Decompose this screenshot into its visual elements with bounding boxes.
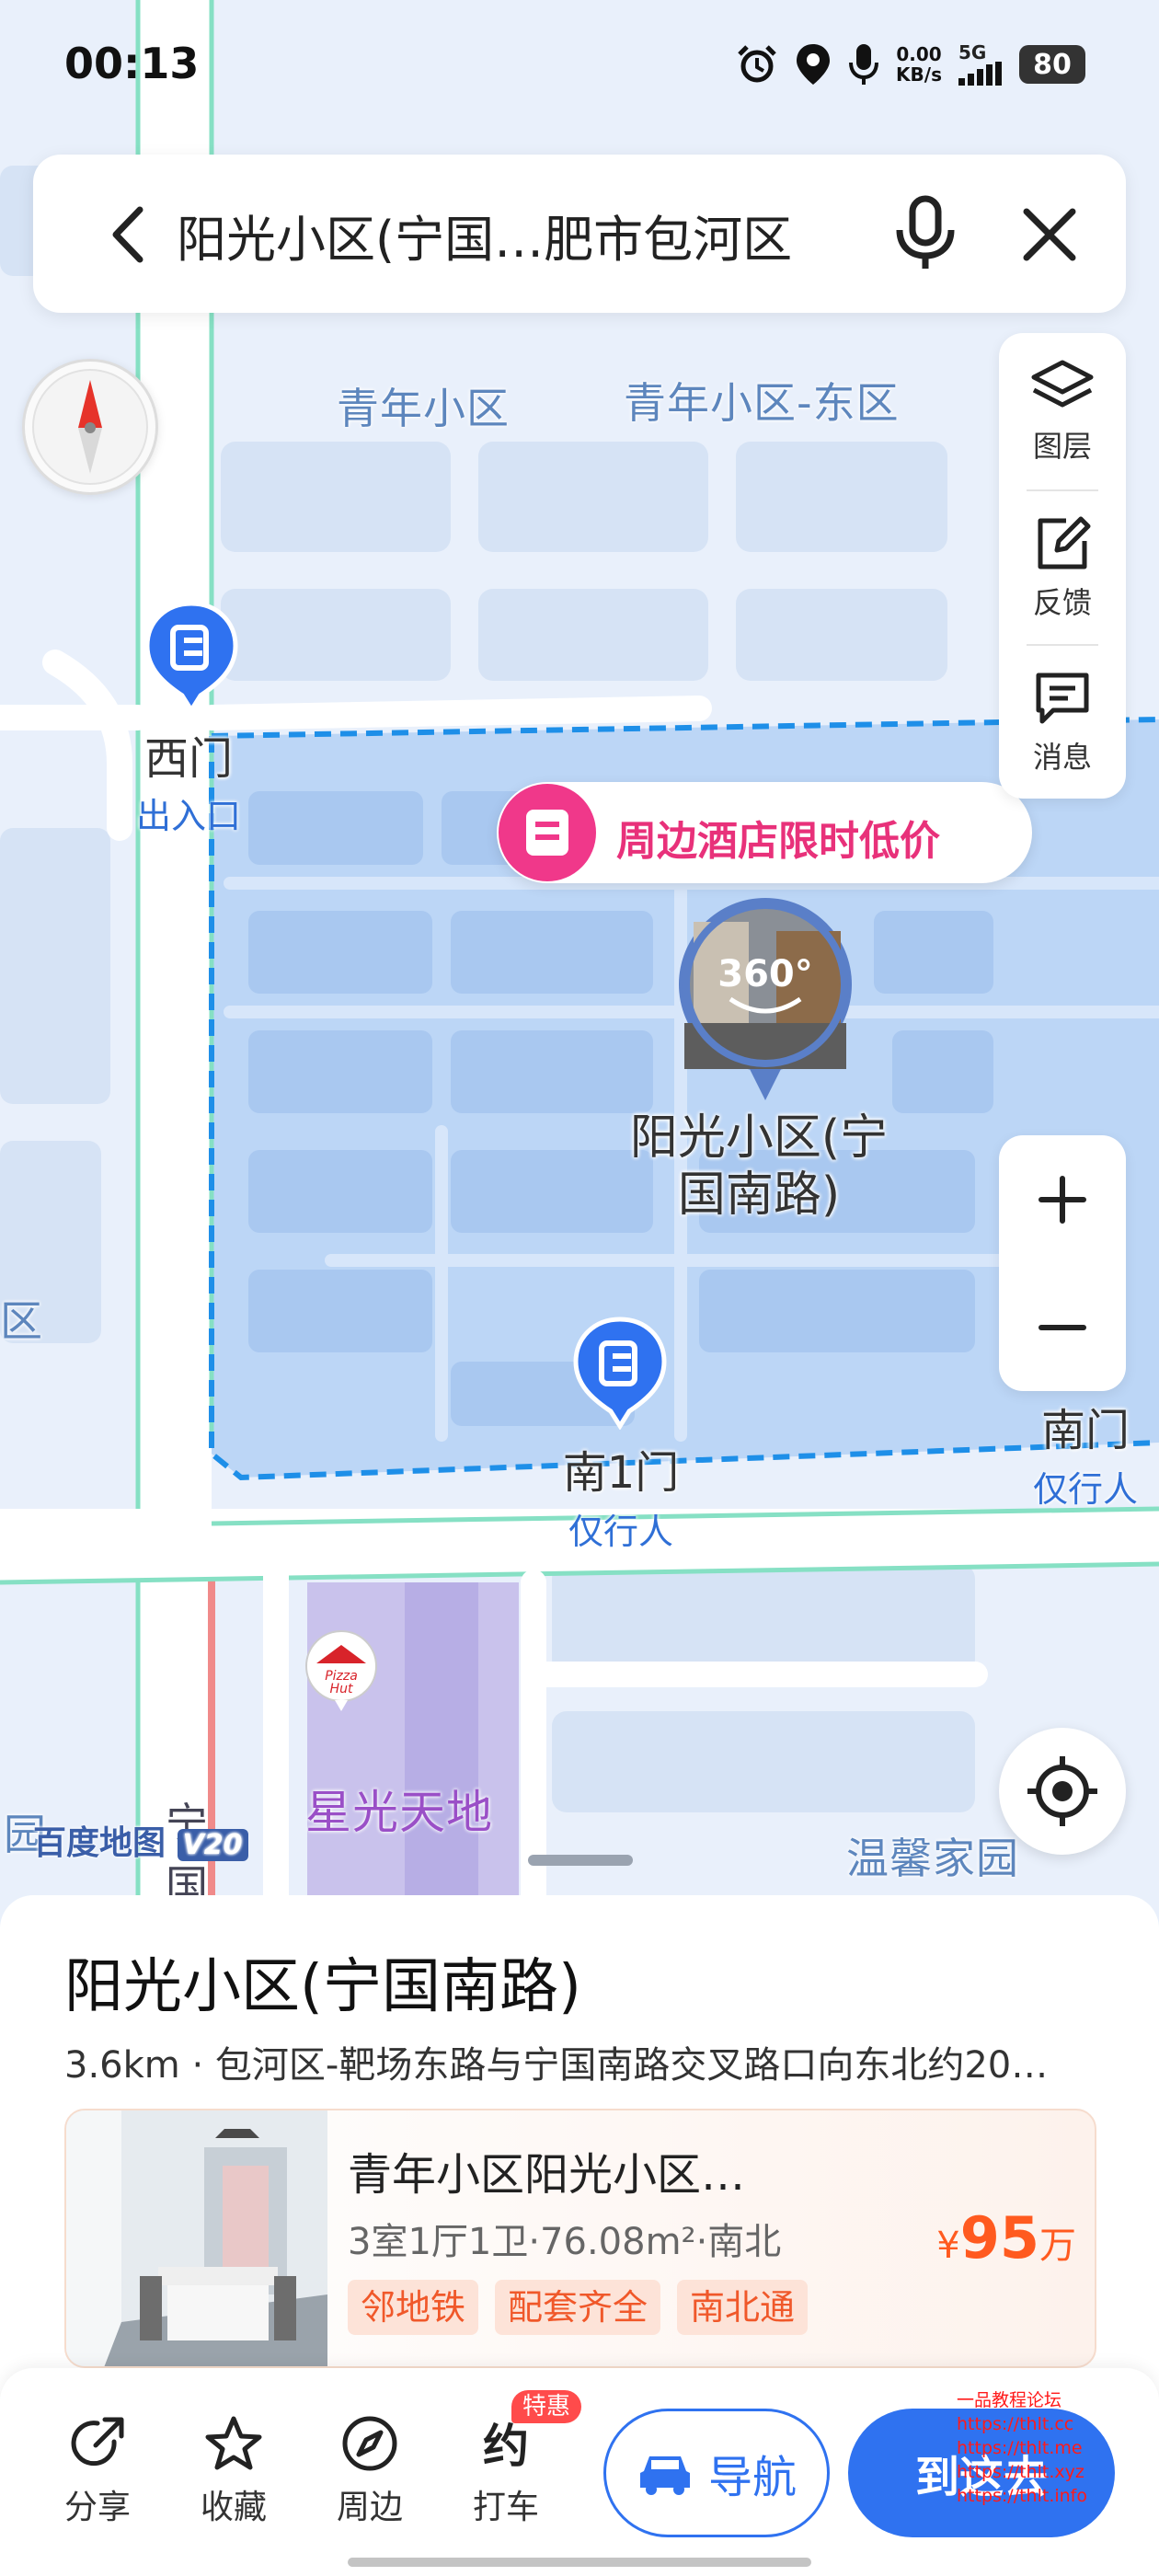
pizza-hut-icon[interactable]: Pizza Hut (304, 1628, 379, 1713)
back-arrow-icon[interactable] (99, 202, 164, 267)
car-icon (639, 2456, 690, 2495)
map-label-wenxin: 温馨家园 (846, 1834, 1019, 1883)
star-icon (205, 2416, 262, 2470)
ticket-icon (499, 784, 596, 881)
gate-south1-name[interactable]: 南1门 (534, 1446, 708, 1500)
map-tools-panel: 图层 反馈 消息 (999, 333, 1126, 799)
favorite-button[interactable]: 收藏 (188, 2414, 280, 2528)
pano-label: 360° (717, 953, 813, 995)
location-icon (797, 44, 831, 85)
favorite-label: 收藏 (200, 2489, 267, 2526)
taxi-button[interactable]: 约 打车 (460, 2414, 552, 2528)
promo-text: 周边酒店限时低价 (616, 818, 940, 865)
layers-icon (1031, 360, 1094, 408)
alarm-icon (738, 45, 776, 83)
share-button[interactable]: 分享 (52, 2414, 143, 2528)
compass-icon (32, 369, 148, 485)
minus-icon (1039, 1324, 1086, 1330)
feedback-label: 反馈 (1032, 585, 1092, 620)
mic-status-icon (849, 44, 879, 85)
map-label-north-east-community: 青年小区-东区 (624, 378, 900, 428)
gate-west-name[interactable]: 西门 (110, 732, 267, 786)
messages-button[interactable]: 消息 (999, 644, 1126, 799)
nearby-button[interactable]: 周边 (324, 2414, 416, 2528)
gate-south-name[interactable]: 南门 (1012, 1404, 1159, 1457)
gate-south-sub: 仅行人 (1032, 1469, 1138, 1510)
net-speed: 0.00 KB/s (896, 43, 942, 86)
share-label: 分享 (63, 2489, 131, 2526)
home-indicator[interactable] (348, 2558, 811, 2567)
baidu-map-logo: 百度地图 V20 (33, 1816, 248, 1864)
panorama-360-marker[interactable]: 360° (675, 894, 855, 1104)
taxi-label: 打车 (472, 2489, 539, 2526)
gate-pin-west[interactable] (143, 600, 239, 714)
close-icon[interactable] (1017, 202, 1082, 267)
svg-text:Hut: Hut (330, 1682, 353, 1696)
map-label-west-partial: 区 (0, 1296, 43, 1346)
search-query[interactable]: 阳光小区(宁国…肥市包河区 (177, 199, 876, 271)
zoom-out-button[interactable] (999, 1263, 1126, 1391)
listing-info: 3室1厅1卫·76.08m²·南北 (348, 2221, 782, 2263)
layers-button[interactable]: 图层 (999, 333, 1126, 488)
zoom-in-button[interactable] (999, 1135, 1126, 1263)
zoom-control (999, 1135, 1126, 1391)
place-address[interactable]: 3.6km · 包河区-靶场东路与宁国南路交叉路口向东北约20… (64, 2035, 1104, 2088)
navigate-button[interactable]: 导航 (603, 2409, 830, 2537)
voice-search-icon[interactable] (889, 195, 962, 272)
house-listing-card[interactable]: 青年小区阳光小区… 3室1厅1卫·76.08m²·南北 ¥95万 邻地铁 配套齐… (64, 2109, 1096, 2368)
locate-button[interactable] (999, 1728, 1126, 1855)
listing-tag: 南北通 (677, 2280, 809, 2335)
plus-icon (1039, 1175, 1086, 1224)
gate-west-sub: 出入口 (135, 796, 241, 836)
compass-nearby-icon (342, 2416, 397, 2471)
map-label-north-community: 青年小区 (337, 384, 510, 433)
battery-icon: 80 (1019, 45, 1085, 84)
forum-watermark: 一品教程论坛 https://thlt.cc https://thlt.me h… (957, 2390, 1087, 2506)
feedback-edit-icon (1038, 516, 1091, 569)
sheet-drag-handle[interactable] (528, 1855, 633, 1866)
listing-tag: 邻地铁 (348, 2280, 479, 2335)
listing-photo (66, 2110, 327, 2366)
place-title: 阳光小区(宁国南路) (64, 1953, 581, 2021)
map-label-xingguang[interactable]: 星光天地 (305, 1776, 493, 1842)
poi-name-line1[interactable]: 阳光小区(宁 (589, 1110, 929, 1167)
feedback-button[interactable]: 反馈 (999, 489, 1126, 644)
layers-label: 图层 (1032, 429, 1092, 464)
svg-text:约: 约 (483, 2420, 529, 2473)
share-icon (71, 2417, 124, 2467)
gate-pin-south1[interactable] (572, 1316, 668, 1430)
listing-tag: 配套齐全 (495, 2280, 661, 2335)
listing-tags: 邻地铁 配套齐全 南北通 (348, 2280, 809, 2335)
message-icon (1036, 673, 1089, 724)
listing-title: 青年小区阳光小区… (348, 2149, 746, 2201)
navigate-label: 导航 (707, 2452, 797, 2503)
status-bar: 00:13 0.00 KB/s 5G 80 (0, 0, 1159, 138)
gate-south1-sub: 仅行人 (568, 1512, 673, 1552)
listing-price: ¥95万 (936, 2204, 1076, 2271)
nearby-label: 周边 (336, 2489, 403, 2526)
messages-label: 消息 (1032, 740, 1092, 775)
hotel-promo-banner[interactable]: 周边酒店限时低价 (497, 782, 1032, 883)
poi-name-line2[interactable]: 国南路) (589, 1167, 929, 1224)
status-time: 00:13 (64, 39, 200, 88)
signal-icon: 5G (958, 43, 1003, 86)
compass-button[interactable] (22, 359, 158, 495)
crosshair-icon (1027, 1756, 1097, 1826)
taxi-deal-badge: 特惠 (511, 2390, 582, 2423)
search-bar[interactable]: 阳光小区(宁国…肥市包河区 (33, 155, 1126, 313)
